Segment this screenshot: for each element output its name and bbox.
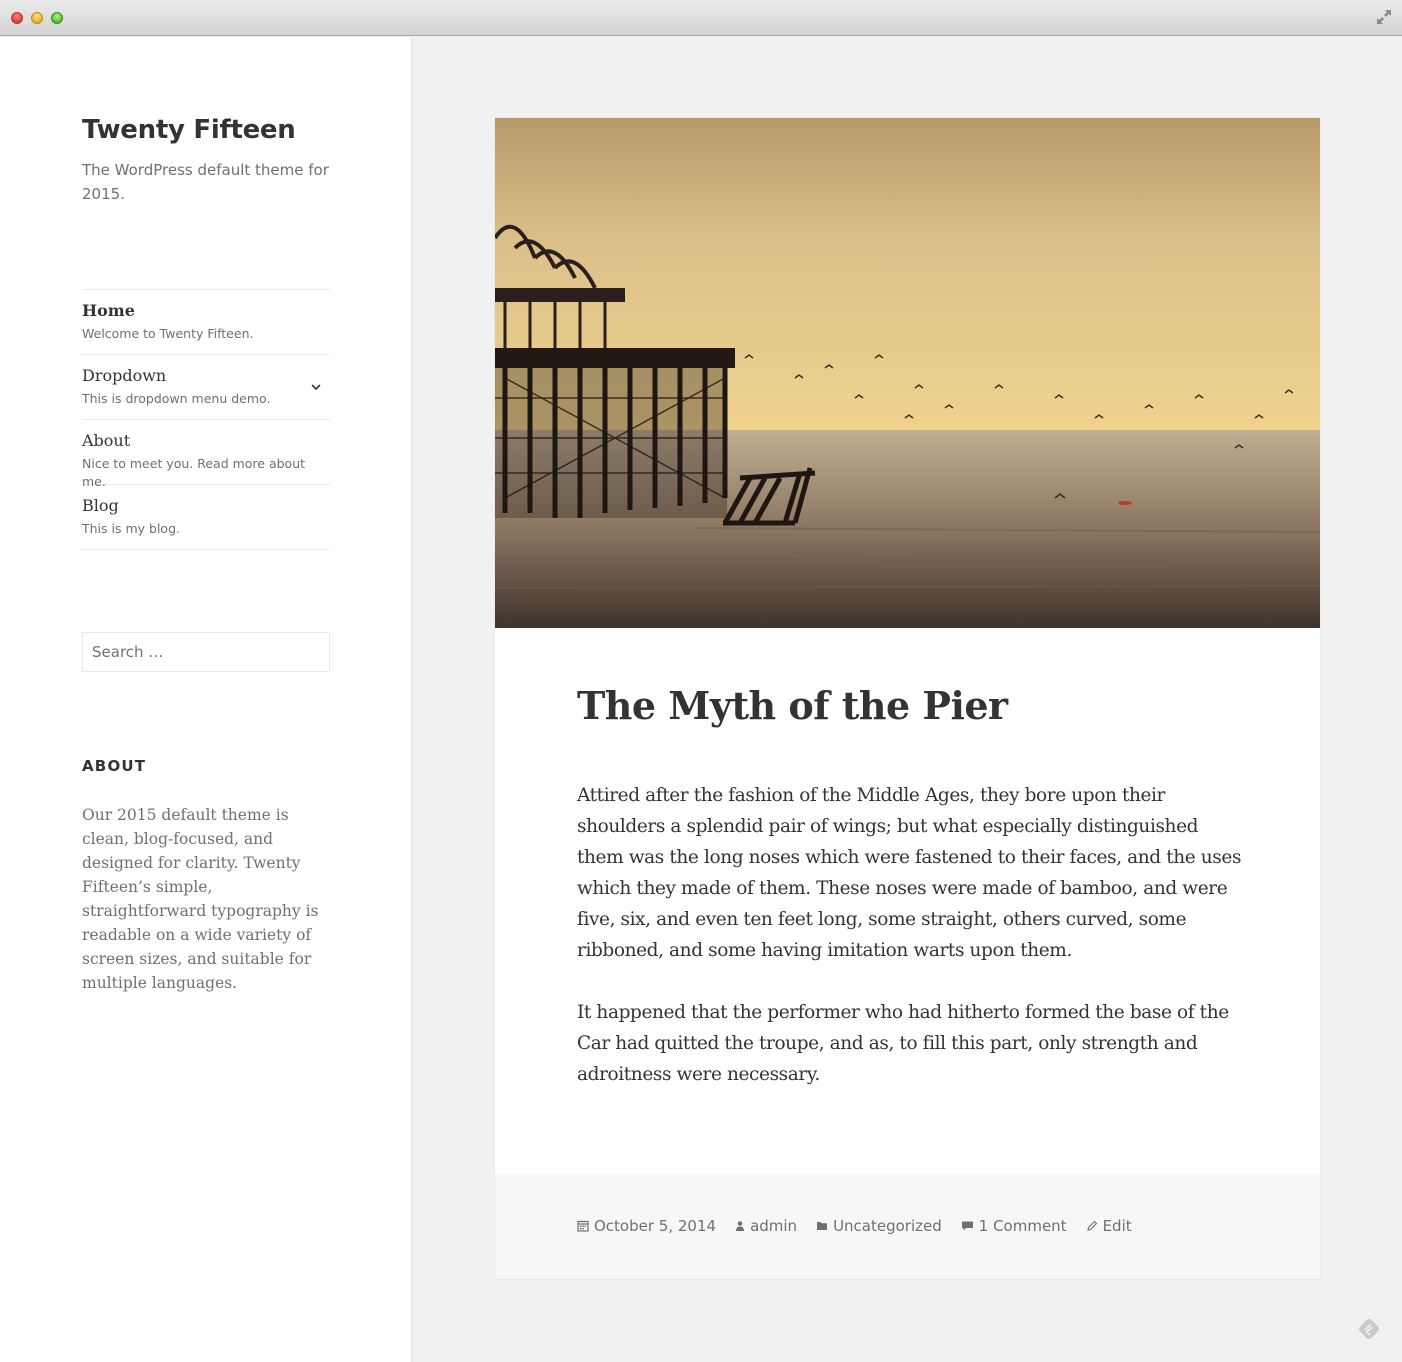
post-author: admin bbox=[735, 1217, 797, 1235]
post-date: October 5, 2014 bbox=[577, 1217, 716, 1235]
widget-text: Our 2015 default theme is clean, blog-fo… bbox=[82, 806, 319, 992]
post-content: Attired after the fashion of the Middle … bbox=[577, 780, 1247, 1121]
nav-item-label[interactable]: Dropdown bbox=[82, 364, 330, 388]
post-article: The Myth of the Pier Attired after the f… bbox=[495, 118, 1320, 1279]
post-title[interactable]: The Myth of the Pier bbox=[577, 683, 1008, 728]
nav-item-description: This is dropdown menu demo. bbox=[82, 391, 271, 406]
nav-item-dropdown[interactable]: Dropdown This is dropdown menu demo. bbox=[82, 355, 330, 420]
post-comments: 1 Comment bbox=[961, 1217, 1067, 1235]
post-category: Uncategorized bbox=[816, 1217, 942, 1235]
window-close-button[interactable] bbox=[11, 12, 23, 24]
nav-item-about[interactable]: About Nice to meet you. Read more about … bbox=[82, 420, 330, 489]
post-paragraph: It happened that the performer who had h… bbox=[577, 1002, 1229, 1085]
post-category-link[interactable]: Uncategorized bbox=[833, 1217, 942, 1235]
post-edit: Edit bbox=[1086, 1217, 1132, 1235]
post-date-link[interactable]: October 5, 2014 bbox=[594, 1217, 716, 1235]
main-navigation: Home Welcome to Twenty Fifteen. Dropdown… bbox=[82, 289, 330, 550]
widget-title: ABOUT bbox=[82, 757, 147, 775]
sidebar: Twenty Fifteen The WordPress default the… bbox=[0, 37, 412, 1362]
calendar-icon bbox=[577, 1220, 589, 1232]
nav-item-blog[interactable]: Blog This is my blog. bbox=[82, 485, 330, 550]
comment-icon bbox=[961, 1221, 973, 1230]
search-input[interactable] bbox=[82, 632, 330, 672]
post-paragraph: Attired after the fashion of the Middle … bbox=[577, 785, 1242, 961]
folder-icon bbox=[817, 1222, 828, 1230]
fullscreen-arrows-icon[interactable] bbox=[1376, 9, 1392, 25]
user-icon bbox=[736, 1220, 745, 1231]
nav-item-label[interactable]: Home bbox=[82, 299, 330, 323]
post-thumbnail[interactable] bbox=[495, 118, 1320, 628]
pier-sunset-image bbox=[495, 118, 1320, 628]
site-description: The WordPress default theme for 2015. bbox=[82, 161, 329, 203]
chevron-down-icon[interactable] bbox=[308, 379, 324, 395]
window-minimize-button[interactable] bbox=[31, 12, 43, 24]
nav-item-description: Welcome to Twenty Fifteen. bbox=[82, 326, 254, 341]
post-comments-link[interactable]: 1 Comment bbox=[979, 1217, 1067, 1235]
window-titlebar bbox=[0, 0, 1402, 36]
site-title[interactable]: Twenty Fifteen bbox=[82, 115, 296, 145]
post-author-link[interactable]: admin bbox=[750, 1217, 797, 1235]
feedly-icon[interactable] bbox=[1356, 1316, 1382, 1342]
nav-item-description: This is my blog. bbox=[82, 521, 180, 536]
nav-item-home[interactable]: Home Welcome to Twenty Fifteen. bbox=[82, 290, 330, 355]
nav-item-label[interactable]: Blog bbox=[82, 494, 330, 518]
nav-item-label[interactable]: About bbox=[82, 429, 330, 453]
post-meta-footer: October 5, 2014 admin Uncategorized 1 Co… bbox=[495, 1174, 1320, 1279]
window-maximize-button[interactable] bbox=[51, 12, 63, 24]
post-edit-link[interactable]: Edit bbox=[1103, 1217, 1132, 1235]
pencil-icon bbox=[1086, 1220, 1097, 1231]
